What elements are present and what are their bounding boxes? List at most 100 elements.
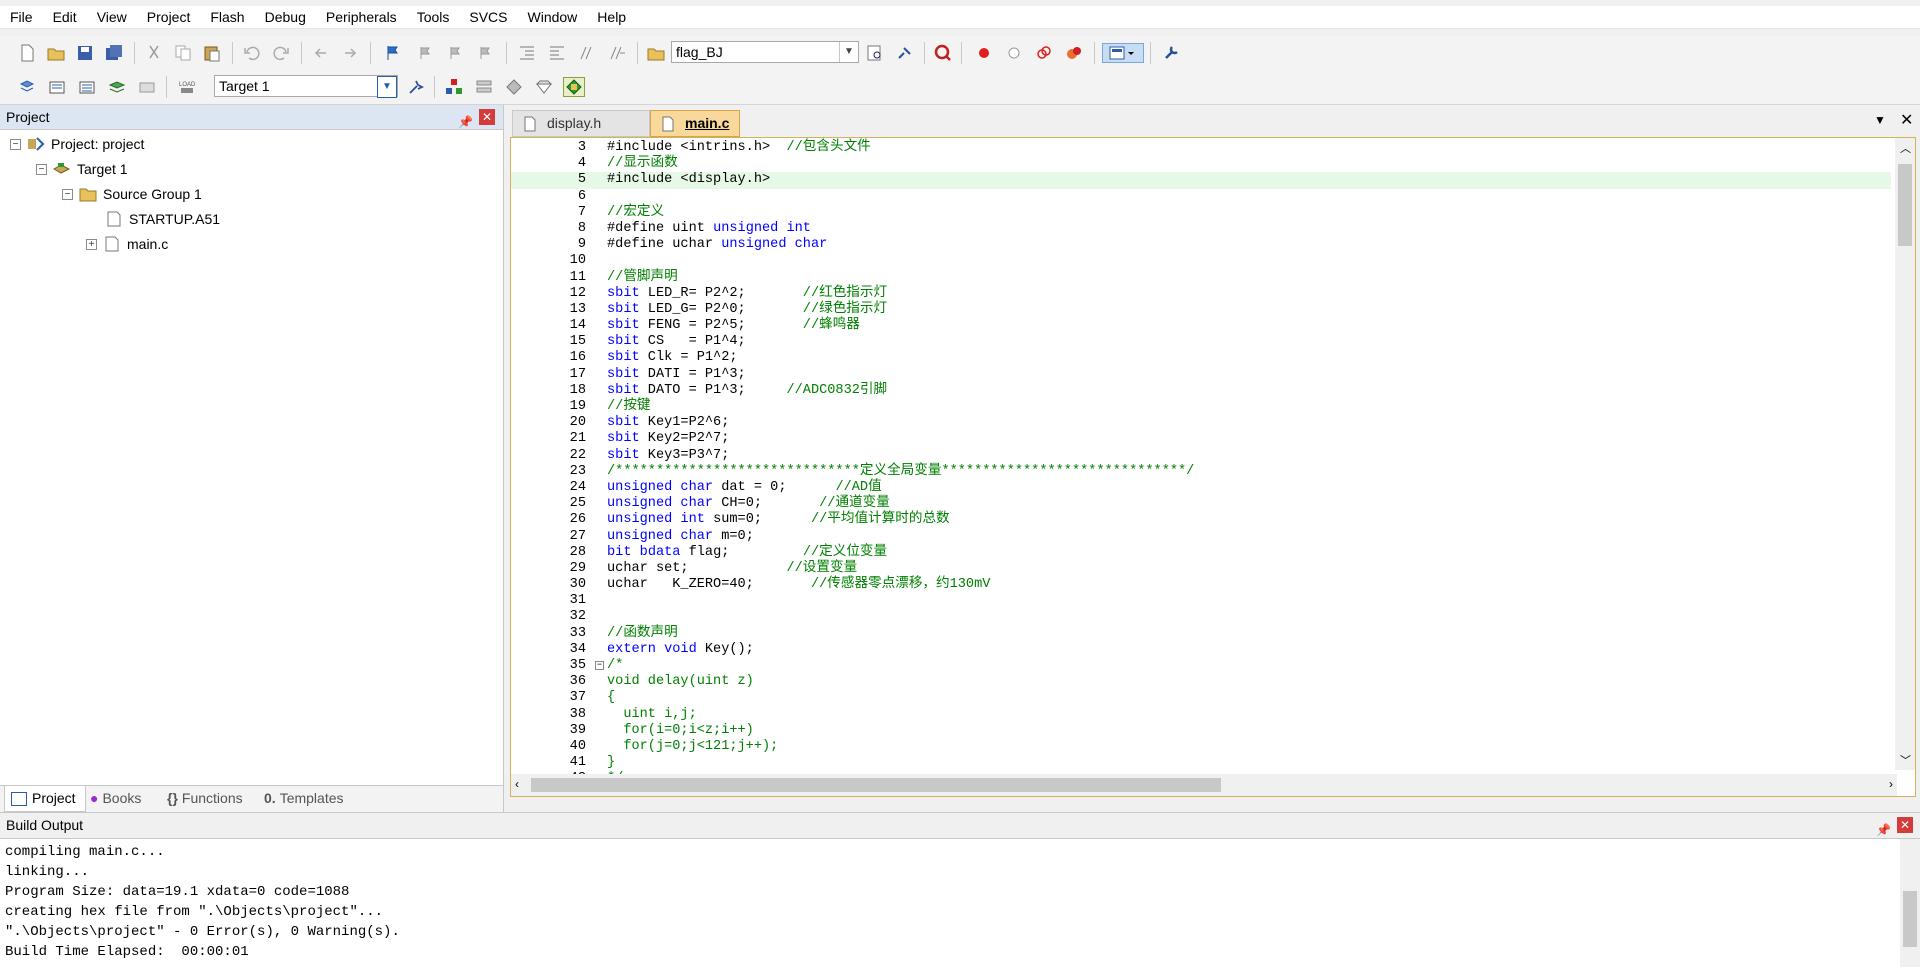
- new-file-icon[interactable]: [16, 43, 38, 63]
- copy-icon[interactable]: [172, 43, 194, 63]
- close-icon[interactable]: ✕: [479, 109, 495, 125]
- unindent-icon[interactable]: [546, 43, 568, 63]
- code-editor[interactable]: 3 #include <intrins.h> //包含头文件 4//显示函数 5 #…: [510, 137, 1916, 797]
- tab-functions[interactable]: {} Functions: [161, 786, 243, 811]
- save-all-icon[interactable]: [103, 43, 125, 63]
- code-line: 21 sbit Key2=P2^7;: [569, 431, 730, 447]
- paste-icon[interactable]: [201, 43, 223, 63]
- menu-edit[interactable]: Edit: [43, 6, 87, 28]
- pack-installer-icon[interactable]: [533, 77, 555, 97]
- bookmark-prev-icon[interactable]: [414, 43, 436, 63]
- tab-list-dropdown-icon[interactable]: ▼: [1874, 113, 1886, 127]
- rebuild-icon[interactable]: [76, 77, 98, 97]
- event-recorder-icon[interactable]: [563, 77, 585, 97]
- folder-icon: [79, 188, 97, 202]
- menu-help[interactable]: Help: [587, 6, 636, 28]
- fold-toggle-icon[interactable]: −: [595, 661, 604, 670]
- find-icon[interactable]: [864, 43, 886, 63]
- download-icon[interactable]: LOAD: [176, 77, 198, 97]
- target-options-icon[interactable]: [405, 77, 427, 97]
- scroll-right-icon[interactable]: ›: [1889, 777, 1893, 791]
- scroll-down-icon[interactable]: ﹀: [1900, 752, 1911, 768]
- build-output-scrollbar[interactable]: [1900, 839, 1920, 967]
- scroll-up-icon[interactable]: ︿: [1900, 140, 1911, 156]
- undo-icon[interactable]: [241, 43, 263, 63]
- bookmark-insert-icon[interactable]: [382, 43, 404, 63]
- window-layout-icon[interactable]: [1102, 43, 1144, 63]
- cut-icon[interactable]: [143, 43, 165, 63]
- code-line: 9 #define uchar unsigned char: [577, 237, 828, 253]
- menu-peripherals[interactable]: Peripherals: [316, 6, 407, 28]
- debug-session-icon[interactable]: [932, 43, 954, 63]
- editor-horizontal-scrollbar[interactable]: ‹ ›: [511, 774, 1897, 796]
- build-output-title-text: Build Output: [6, 817, 84, 833]
- collapse-icon[interactable]: −: [10, 138, 21, 150]
- configure-icon[interactable]: [1160, 43, 1182, 63]
- indent-icon[interactable]: [516, 43, 538, 63]
- breakpoint-enable-icon[interactable]: [1003, 43, 1025, 63]
- tab-templates[interactable]: 0. Templates: [258, 786, 344, 811]
- close-icon[interactable]: ✕: [1900, 110, 1913, 130]
- incremental-find-icon[interactable]: [894, 43, 916, 63]
- code-line: 14 sbit FENG = P2^5; //蜂鸣器: [569, 318, 860, 334]
- menu-bar: File Edit View Project Flash Debug Peripherals…: [0, 6, 1920, 29]
- breakpoint-disable-all-icon[interactable]: [1033, 43, 1055, 63]
- menu-window[interactable]: Window: [518, 6, 588, 28]
- menu-debug[interactable]: Debug: [255, 6, 316, 28]
- collapse-icon[interactable]: −: [62, 188, 73, 200]
- menu-svcs[interactable]: SVCS: [459, 6, 517, 28]
- tab-main-c[interactable]: main.c: [650, 110, 740, 137]
- breakpoint-kill-all-icon[interactable]: [1063, 43, 1085, 63]
- open-folder-icon[interactable]: [45, 43, 67, 63]
- breakpoint-insert-icon[interactable]: [973, 43, 995, 63]
- comment-icon[interactable]: [576, 43, 598, 63]
- manage-rte-icon[interactable]: [503, 77, 525, 97]
- find-combo[interactable]: flag_BJ ▼: [671, 41, 859, 63]
- tree-node-target[interactable]: − Target 1: [36, 158, 128, 180]
- tab-books[interactable]: ● Books: [84, 786, 141, 811]
- build-icon[interactable]: [46, 77, 68, 97]
- chevron-down-icon[interactable]: ▼: [839, 42, 858, 62]
- build-output-line: ".\Objects\project" - 0 Error(s), 0 Warn…: [5, 924, 400, 940]
- editor-vertical-scrollbar[interactable]: ︿ ﹀: [1895, 138, 1915, 770]
- target-select[interactable]: Target 1 ▼: [214, 75, 398, 98]
- stop-build-icon[interactable]: [136, 77, 158, 97]
- redo-icon[interactable]: [270, 43, 292, 63]
- scroll-thumb[interactable]: [1903, 891, 1917, 947]
- menu-tools[interactable]: Tools: [407, 6, 460, 28]
- tree-node-file[interactable]: STARTUP.A51: [105, 208, 220, 230]
- chevron-down-icon[interactable]: ▼: [377, 76, 397, 98]
- select-packs-icon[interactable]: [473, 77, 495, 97]
- tab-display-h[interactable]: display.h: [512, 110, 650, 137]
- collapse-icon[interactable]: −: [36, 163, 47, 175]
- menu-view[interactable]: View: [87, 6, 137, 28]
- close-icon[interactable]: ✕: [1897, 817, 1913, 833]
- tree-node-group[interactable]: − Source Group 1: [62, 183, 202, 205]
- file-icon: [524, 116, 536, 131]
- batch-build-icon[interactable]: [106, 77, 128, 97]
- manage-project-items-icon[interactable]: [443, 77, 465, 97]
- pin-icon[interactable]: 📌: [1876, 818, 1891, 843]
- uncomment-icon[interactable]: [606, 43, 628, 63]
- nav-back-icon[interactable]: [310, 43, 332, 63]
- tree-node-project[interactable]: − Project: project: [10, 133, 144, 155]
- expand-icon[interactable]: +: [86, 238, 97, 250]
- scroll-thumb[interactable]: [531, 778, 1221, 792]
- menu-flash[interactable]: Flash: [200, 6, 254, 28]
- find-in-files-icon[interactable]: [645, 43, 667, 63]
- tree-node-file[interactable]: + main.c: [86, 233, 168, 255]
- save-icon[interactable]: [74, 43, 96, 63]
- bookmark-clear-icon[interactable]: [474, 43, 496, 63]
- tab-project[interactable]: Project: [4, 786, 86, 812]
- file-icon: [105, 236, 119, 252]
- code-line: 4//显示函数: [577, 156, 678, 172]
- nav-forward-icon[interactable]: [339, 43, 361, 63]
- pin-icon[interactable]: 📌: [458, 110, 473, 134]
- scroll-thumb[interactable]: [1898, 164, 1912, 246]
- menu-project[interactable]: Project: [137, 6, 201, 28]
- scroll-left-icon[interactable]: ‹: [515, 777, 519, 791]
- translate-icon[interactable]: [16, 77, 38, 97]
- find-combo-value: flag_BJ: [676, 44, 723, 60]
- bookmark-next-icon[interactable]: [444, 43, 466, 63]
- menu-file[interactable]: File: [0, 6, 43, 28]
